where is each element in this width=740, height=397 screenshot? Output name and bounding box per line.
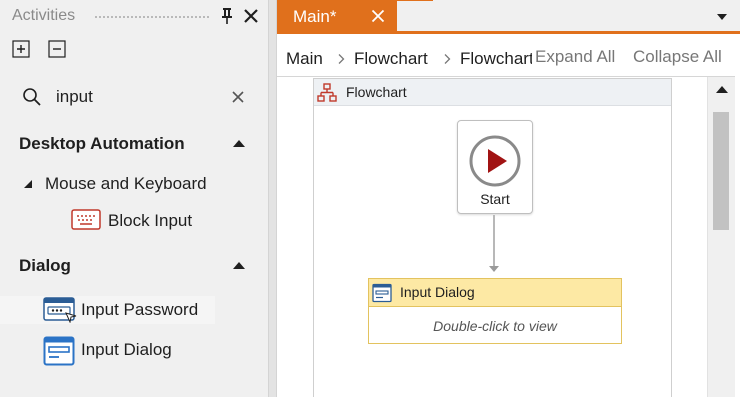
collapse-all-icon[interactable] — [48, 40, 66, 58]
tab-main[interactable]: Main* — [277, 0, 397, 34]
category-label: Desktop Automation — [19, 134, 185, 153]
activities-panel: Activities Desktop Automation — [0, 0, 268, 397]
category-label: Dialog — [19, 256, 71, 275]
connector-arrow-icon — [489, 266, 499, 272]
flow-connector[interactable] — [493, 215, 495, 268]
flowchart-header[interactable]: Flowchart — [314, 79, 671, 106]
scroll-up-icon[interactable] — [716, 86, 728, 93]
search-box — [10, 80, 258, 114]
search-input[interactable] — [56, 86, 216, 108]
expand-all-icon[interactable] — [12, 40, 30, 58]
collapse-caret-icon[interactable] — [233, 262, 245, 269]
breadcrumb-item[interactable]: Flowchart — [460, 49, 532, 69]
tab-dropdown-icon[interactable] — [717, 14, 727, 20]
close-icon[interactable] — [242, 6, 260, 26]
activity-header[interactable]: Input Dialog — [369, 279, 621, 307]
play-icon — [469, 135, 521, 187]
breadcrumb-item[interactable]: Main — [286, 49, 323, 69]
group-mouse-and-keyboard[interactable]: Mouse and Keyboard — [0, 170, 268, 198]
search-icon — [23, 88, 41, 106]
collapse-all-link[interactable]: Collapse All — [633, 47, 722, 67]
start-label: Start — [480, 191, 510, 207]
activities-header: Activities — [0, 0, 268, 32]
activity-item-input-dialog[interactable]: Input Dialog — [0, 336, 268, 366]
expand-all-link[interactable]: Expand All — [535, 47, 615, 67]
breadcrumb-item[interactable]: Flowchart — [354, 49, 428, 69]
tab-label: Main* — [293, 7, 337, 26]
tab-strip: Main* — [277, 0, 740, 34]
panel-splitter[interactable] — [268, 0, 277, 397]
password-dialog-icon — [43, 297, 77, 323]
flowchart-title: Flowchart — [346, 84, 407, 100]
flowchart-container[interactable]: Flowchart Start Input Dialog Double-clic… — [313, 78, 672, 397]
category-dialog[interactable]: Dialog — [0, 252, 268, 280]
activity-label: Input Dialog — [81, 340, 172, 359]
chevron-right-icon — [338, 54, 345, 64]
tab-strip-top-accent — [397, 0, 433, 1]
collapse-caret-icon[interactable] — [233, 140, 245, 147]
flowchart-icon — [317, 83, 337, 102]
panel-title: Activities — [12, 7, 76, 24]
activity-title: Input Dialog — [400, 284, 475, 300]
keyboard-icon — [71, 209, 101, 230]
scroll-thumb[interactable] — [713, 112, 729, 230]
category-desktop-automation[interactable]: Desktop Automation — [0, 130, 268, 158]
expanded-triangle-icon[interactable] — [23, 179, 33, 189]
input-dialog-activity[interactable]: Input Dialog Double-click to view — [368, 278, 622, 344]
close-tab-icon[interactable] — [371, 9, 385, 23]
vertical-scrollbar[interactable] — [707, 77, 735, 397]
activity-label: Block Input — [108, 211, 193, 230]
input-dialog-icon — [43, 336, 75, 366]
designer-panel: Main* Main Flowchart Flowchart Expand Al… — [277, 0, 740, 397]
activity-item-input-password[interactable]: Input Password — [0, 296, 215, 324]
group-label: Mouse and Keyboard — [45, 174, 207, 193]
breadcrumb: Main Flowchart Flowchart Expand All Coll… — [277, 40, 735, 76]
activity-label: Input Password — [81, 300, 199, 319]
designer-canvas[interactable]: Flowchart Start Input Dialog Double-clic… — [277, 77, 705, 397]
activity-item-block-input[interactable]: Block Input — [0, 207, 268, 235]
clear-search-icon[interactable] — [231, 90, 245, 104]
activity-hint: Double-click to view — [433, 318, 557, 334]
panel-grip[interactable] — [94, 15, 209, 20]
pin-icon[interactable] — [219, 6, 235, 26]
input-dialog-icon — [372, 283, 392, 303]
chevron-right-icon — [444, 54, 451, 64]
start-node[interactable]: Start — [457, 120, 533, 214]
